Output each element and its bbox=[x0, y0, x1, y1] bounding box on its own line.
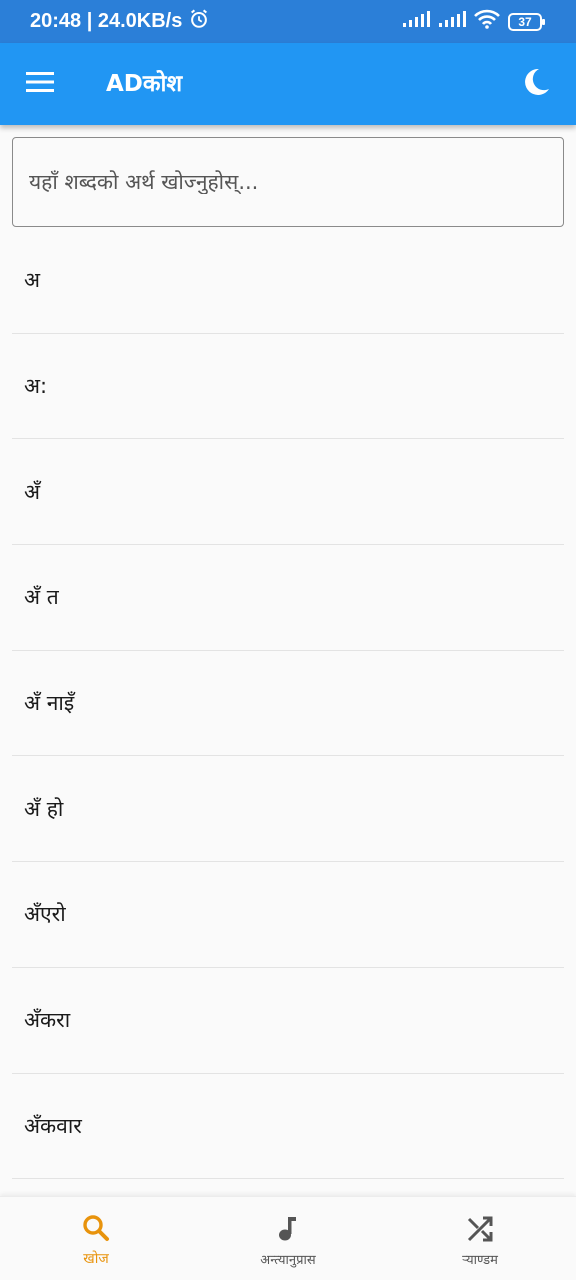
status-time-speed: 20:48 | 24.0KB/s bbox=[30, 10, 183, 32]
nav-label-rhyme: अन्त्यानुप्रास bbox=[260, 1252, 316, 1268]
bottom-nav: खोज अन्त्यानुप्रास र्‍याण्डम bbox=[0, 1196, 576, 1280]
word-label: अँ हो bbox=[24, 796, 64, 821]
app-bar: ADकोश bbox=[0, 43, 576, 125]
list-item[interactable]: अँ नाइँ bbox=[12, 651, 564, 757]
list-item[interactable]: अँकरा bbox=[12, 968, 564, 1074]
list-item[interactable]: अँ त bbox=[12, 545, 564, 651]
menu-button[interactable] bbox=[0, 43, 80, 125]
word-label: अँ त bbox=[24, 585, 59, 610]
app-title: ADकोश bbox=[106, 71, 183, 97]
word-label: अँएरो bbox=[24, 902, 66, 927]
nav-label-random: र्‍याण्डम bbox=[462, 1252, 498, 1268]
music-note-icon bbox=[273, 1214, 303, 1248]
battery-level: 37 bbox=[518, 14, 532, 29]
list-item[interactable]: अँएरो bbox=[12, 862, 564, 968]
list-item[interactable]: अँकवार bbox=[12, 1074, 564, 1180]
nav-item-random[interactable]: र्‍याण्डम bbox=[384, 1197, 576, 1280]
nav-label-search: खोज bbox=[83, 1251, 109, 1267]
status-left: 20:48 | 24.0KB/s bbox=[30, 8, 210, 36]
word-label: अ: bbox=[24, 374, 48, 399]
moon-icon bbox=[521, 67, 551, 101]
status-right: 37 bbox=[402, 9, 546, 34]
list-item[interactable]: अँ bbox=[12, 439, 564, 546]
signal-icon-2 bbox=[438, 10, 466, 33]
alarm-icon bbox=[188, 8, 210, 36]
word-label: अँ bbox=[24, 479, 41, 504]
nav-item-rhyme[interactable]: अन्त्यानुप्रास bbox=[192, 1197, 384, 1280]
word-label: अँकवार bbox=[24, 1113, 82, 1138]
signal-icon bbox=[402, 10, 430, 33]
list-item[interactable]: अ: bbox=[12, 334, 564, 440]
word-label: अँ नाइँ bbox=[24, 691, 75, 716]
hamburger-menu-icon bbox=[26, 71, 54, 97]
battery-icon: 37 bbox=[508, 12, 546, 32]
shuffle-icon bbox=[465, 1214, 495, 1248]
search-input[interactable] bbox=[29, 170, 547, 194]
nav-item-search[interactable]: खोज bbox=[0, 1197, 192, 1280]
word-label: अँकरा bbox=[24, 1008, 71, 1033]
list-item[interactable]: अँ हो bbox=[12, 756, 564, 863]
search-icon bbox=[81, 1213, 111, 1247]
word-label: अ bbox=[24, 268, 41, 293]
theme-toggle-button[interactable] bbox=[496, 43, 576, 125]
word-list: अ अ: अँ अँ त अँ नाइँ अँ हो अँएरो अँकरा अ… bbox=[12, 228, 564, 1180]
search-box[interactable] bbox=[12, 137, 564, 227]
status-bar: 20:48 | 24.0KB/s 37 bbox=[0, 0, 576, 43]
list-item[interactable]: अ bbox=[12, 228, 564, 334]
wifi-icon bbox=[474, 9, 500, 34]
